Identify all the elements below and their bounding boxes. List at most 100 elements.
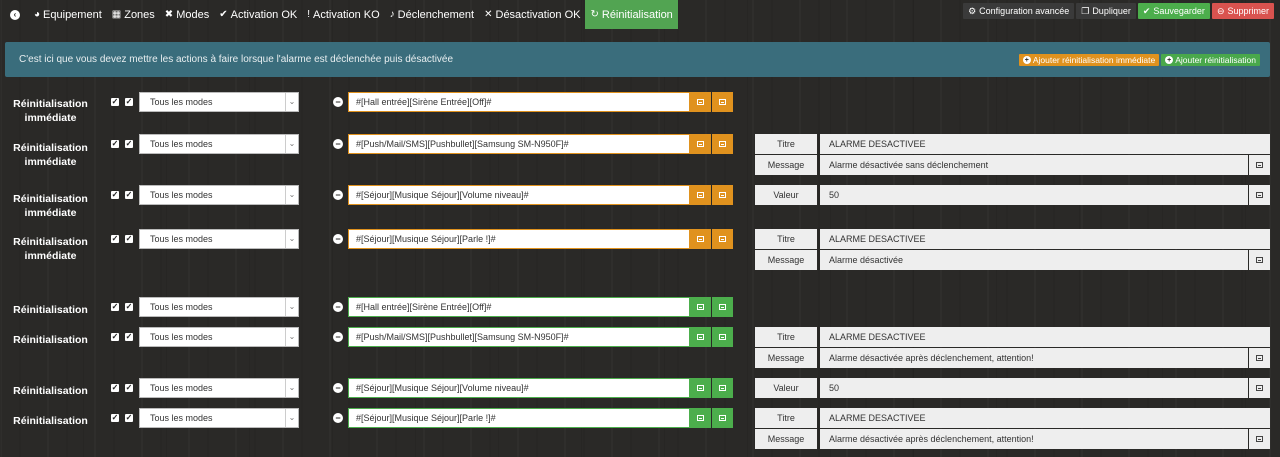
param-input[interactable]: ALARME DESACTIVEE — [820, 229, 1270, 249]
mode-select-value: Tous les modes — [150, 332, 213, 342]
param-input[interactable]: 50 — [820, 378, 1248, 398]
select-command-button[interactable] — [712, 297, 733, 317]
param-select-button[interactable] — [1249, 185, 1270, 205]
param-label: Valeur — [755, 378, 817, 398]
enabled-checkbox[interactable]: ✓ — [111, 235, 119, 243]
enabled-checkbox[interactable]: ✓ — [111, 98, 119, 106]
tab-reinitialisation[interactable]: ↻ Réinitialisation — [585, 0, 678, 29]
enabled-checkbox[interactable]: ✓ — [111, 140, 119, 148]
remove-action-button[interactable]: − — [333, 234, 343, 244]
mode-select[interactable]: Tous les modes ⌄ — [139, 327, 299, 347]
list-alt-button[interactable] — [690, 297, 711, 317]
param-select-button[interactable] — [1249, 250, 1270, 270]
remove-action-button[interactable]: − — [333, 413, 343, 423]
plus-circle-icon: + — [1022, 56, 1031, 64]
select-command-button[interactable] — [712, 134, 733, 154]
mode-select[interactable]: Tous les modes ⌄ — [139, 378, 299, 398]
remove-action-button[interactable]: − — [333, 332, 343, 342]
list-alt-button[interactable] — [690, 408, 711, 428]
tab-activation-ko[interactable]: ! Activation KO — [302, 0, 384, 29]
param-select-button[interactable] — [1249, 429, 1270, 449]
background-checkbox[interactable]: ✓ — [125, 235, 133, 243]
list-alt-button[interactable] — [690, 229, 711, 249]
background-checkbox[interactable]: ✓ — [125, 384, 133, 392]
command-input[interactable]: #[Séjour][Musique Séjour][Parle !]# — [348, 229, 690, 249]
param-input[interactable]: 50 — [820, 185, 1248, 205]
tab-activation-ok[interactable]: ✔ Activation OK — [214, 0, 302, 29]
save-button[interactable]: ✔ Sauvegarder — [1137, 3, 1210, 19]
select-command-button[interactable] — [712, 92, 733, 112]
enabled-checkbox[interactable]: ✓ — [111, 303, 119, 311]
select-command-button[interactable] — [712, 327, 733, 347]
add-reset-button[interactable]: + Ajouter réinitialisation — [1161, 54, 1260, 66]
mode-select[interactable]: Tous les modes ⌄ — [139, 185, 299, 205]
tab-zones[interactable]: ▦ Zones — [107, 0, 160, 29]
command-input[interactable]: #[Séjour][Musique Séjour][Volume niveau]… — [348, 378, 690, 398]
background-checkbox[interactable]: ✓ — [125, 98, 133, 106]
param-input[interactable]: ALARME DESACTIVEE — [820, 134, 1270, 154]
mode-select[interactable]: Tous les modes ⌄ — [139, 134, 299, 154]
remove-action-button[interactable]: − — [333, 139, 343, 149]
remove-action-button[interactable]: − — [333, 97, 343, 107]
list-alt-button[interactable] — [690, 92, 711, 112]
enabled-checkbox[interactable]: ✓ — [111, 191, 119, 199]
param-input[interactable]: ALARME DESACTIVEE — [820, 408, 1270, 428]
command-input[interactable]: #[Hall entrée][Sirène Entrée][Off]# — [348, 297, 690, 317]
action-row: Réinitialisation immédiate ✓ ✓ Tous les mod… — [0, 92, 1280, 124]
list-alt-button[interactable] — [690, 378, 711, 398]
param-select-button[interactable] — [1249, 155, 1270, 175]
mode-select-value: Tous les modes — [150, 234, 213, 244]
param-input[interactable]: Alarme désactivée après déclenchement, a… — [820, 429, 1248, 449]
list-alt-icon — [719, 99, 726, 105]
select-command-button[interactable] — [712, 229, 733, 249]
list-alt-icon — [697, 236, 704, 242]
add-immediate-reset-button[interactable]: + Ajouter réinitialisation immédiate — [1018, 54, 1160, 66]
param-input[interactable]: Alarme désactivée — [820, 250, 1248, 270]
background-checkbox[interactable]: ✓ — [125, 333, 133, 341]
command-input[interactable]: #[Push/Mail/SMS][Pushbullet][Samsung SM-… — [348, 134, 690, 154]
background-checkbox[interactable]: ✓ — [125, 191, 133, 199]
remove-action-button[interactable]: − — [333, 190, 343, 200]
tab-modes[interactable]: ✖ Modes — [160, 0, 214, 29]
select-command-button[interactable] — [712, 378, 733, 398]
enabled-checkbox[interactable]: ✓ — [111, 384, 119, 392]
mode-select[interactable]: Tous les modes ⌄ — [139, 408, 299, 428]
mode-select-value: Tous les modes — [150, 383, 213, 393]
remove-action-button[interactable]: − — [333, 302, 343, 312]
param-select-button[interactable] — [1249, 378, 1270, 398]
times-icon: ✕ — [484, 9, 493, 20]
background-checkbox[interactable]: ✓ — [125, 140, 133, 148]
tab-desactivation-ok[interactable]: ✕ Désactivation OK — [479, 0, 585, 29]
advanced-config-button[interactable]: ⚙ Configuration avancée — [963, 3, 1075, 19]
remove-action-button[interactable]: − — [333, 383, 343, 393]
param-input[interactable]: Alarme désactivée après déclenchement, a… — [820, 348, 1248, 368]
list-alt-button[interactable] — [690, 134, 711, 154]
back-button[interactable]: ‹ — [0, 0, 29, 29]
command-input[interactable]: #[Hall entrée][Sirène Entrée][Off]# — [348, 92, 690, 112]
enabled-checkbox[interactable]: ✓ — [111, 333, 119, 341]
chevron-down-icon: ⌄ — [285, 409, 298, 427]
select-command-button[interactable] — [712, 185, 733, 205]
duplicate-button[interactable]: ❐ Dupliquer — [1076, 3, 1136, 19]
select-command-button[interactable] — [712, 408, 733, 428]
tab-equipement[interactable]: ◕ Equipement — [29, 0, 107, 29]
command-input[interactable]: #[Séjour][Musique Séjour][Volume niveau]… — [348, 185, 690, 205]
tab-declenchement[interactable]: ♪ Déclenchement — [385, 0, 479, 29]
list-alt-button[interactable] — [690, 327, 711, 347]
param-input[interactable]: Alarme désactivée sans déclenchement — [820, 155, 1248, 175]
action-type-label: Réinitialisation immédiate — [13, 236, 88, 262]
command-input[interactable]: #[Séjour][Musique Séjour][Parle !]# — [348, 408, 690, 428]
delete-button[interactable]: ⊖ Supprimer — [1211, 3, 1274, 19]
list-alt-icon — [697, 141, 704, 147]
list-alt-button[interactable] — [690, 185, 711, 205]
param-select-button[interactable] — [1249, 348, 1270, 368]
background-checkbox[interactable]: ✓ — [125, 414, 133, 422]
list-alt-icon — [697, 99, 704, 105]
mode-select[interactable]: Tous les modes ⌄ — [139, 229, 299, 249]
mode-select[interactable]: Tous les modes ⌄ — [139, 297, 299, 317]
command-input[interactable]: #[Push/Mail/SMS][Pushbullet][Samsung SM-… — [348, 327, 690, 347]
param-input[interactable]: ALARME DESACTIVEE — [820, 327, 1270, 347]
mode-select[interactable]: Tous les modes ⌄ — [139, 92, 299, 112]
enabled-checkbox[interactable]: ✓ — [111, 414, 119, 422]
background-checkbox[interactable]: ✓ — [125, 303, 133, 311]
